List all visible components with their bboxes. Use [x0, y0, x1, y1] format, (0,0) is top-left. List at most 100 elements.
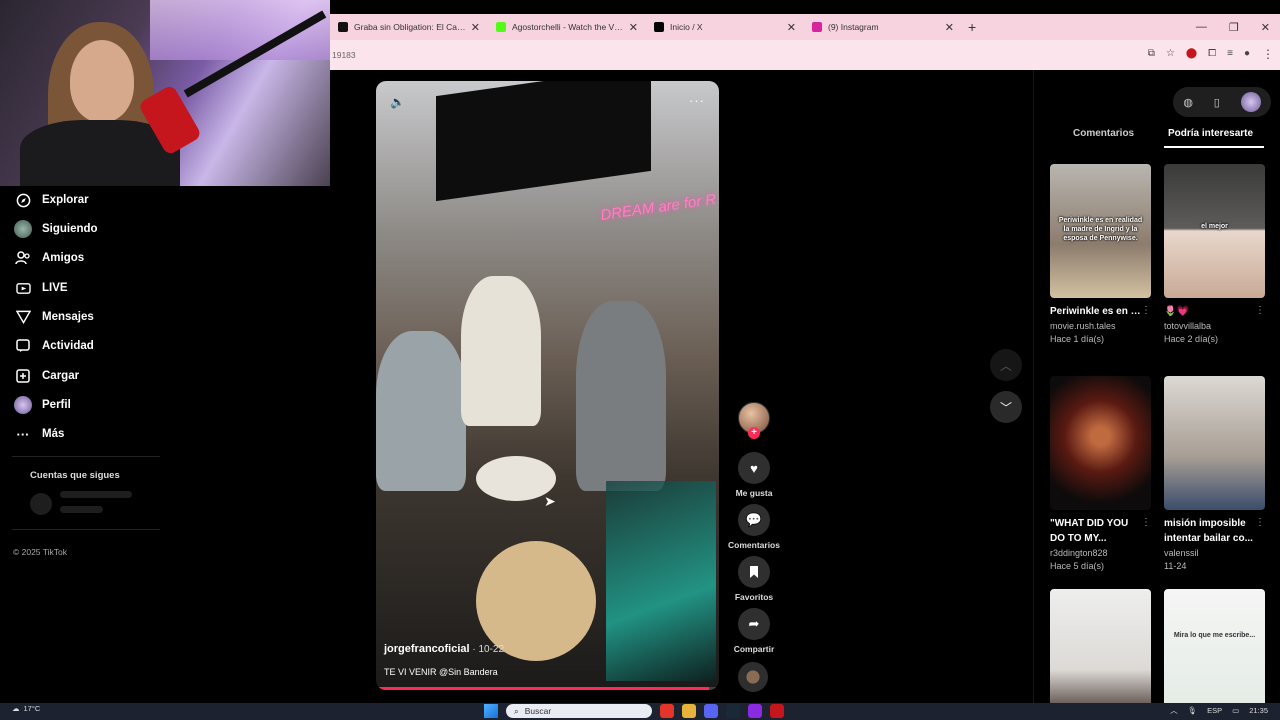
- card-username[interactable]: totovvillalba: [1164, 321, 1265, 331]
- sidebar-item-mensajes[interactable]: Mensajes: [14, 306, 94, 328]
- close-tab-icon[interactable]: ✕: [945, 21, 954, 34]
- next-video-button[interactable]: ﹀: [990, 391, 1022, 423]
- video-progress-fill: [376, 687, 709, 690]
- new-tab-button[interactable]: +: [968, 19, 976, 35]
- comments-button[interactable]: 💬 Comentarios: [728, 504, 780, 550]
- video-scene-person: [461, 276, 541, 426]
- music-disc-icon[interactable]: [738, 662, 768, 692]
- card-more-icon[interactable]: ⋮: [1141, 305, 1151, 316]
- card-more-icon[interactable]: ⋮: [1141, 517, 1151, 528]
- tab-podria-interesarte[interactable]: Podría interesarte: [1168, 128, 1253, 139]
- video-thumbnail[interactable]: [1164, 376, 1265, 510]
- favorites-label: Favoritos: [734, 592, 774, 602]
- obs-icon[interactable]: [770, 704, 784, 718]
- previous-video-button[interactable]: ︿: [990, 349, 1022, 381]
- share-button[interactable]: ➦ Compartir: [728, 608, 780, 654]
- app-icon[interactable]: [748, 704, 762, 718]
- card-username[interactable]: r3ddington828: [1050, 548, 1151, 558]
- sidebar-item-explorar[interactable]: Explorar: [14, 189, 89, 211]
- sidebar-item-siguiendo[interactable]: Siguiendo: [14, 218, 98, 240]
- sidebar-item-perfil[interactable]: Perfil: [14, 394, 71, 416]
- video-author[interactable]: jorgefrancoficial · 10-22: [384, 643, 504, 655]
- user-avatar[interactable]: [1240, 92, 1261, 112]
- follow-button[interactable]: +: [748, 427, 760, 439]
- url-text[interactable]: 19183: [332, 50, 356, 60]
- browser-tab[interactable]: (9) Instagram ✕: [804, 14, 962, 40]
- tiktok-sidebar: Explorar Siguiendo Amigos LIVE Mensajes …: [0, 186, 170, 720]
- card-username[interactable]: valenssil: [1164, 548, 1265, 558]
- extension-red-icon[interactable]: ⬤: [1186, 48, 1197, 59]
- video-thumbnail[interactable]: el mejor: [1164, 164, 1265, 298]
- bookmark-star-icon[interactable]: ☆: [1166, 48, 1175, 59]
- install-app-icon[interactable]: ⧉: [1148, 48, 1155, 59]
- sidebar-item-cargar[interactable]: Cargar: [14, 365, 79, 387]
- weather-widget[interactable]: ☁ 17°C: [12, 704, 40, 713]
- maximize-icon[interactable]: ❐: [1229, 21, 1239, 34]
- sidebar-item-live[interactable]: LIVE: [14, 277, 68, 299]
- share-label: Compartir: [733, 644, 775, 654]
- video-thumbnail[interactable]: Periwinkle es en realidad la madre de In…: [1050, 164, 1151, 298]
- browser-tab[interactable]: Agostorchelli - Watch the VOD ✕: [488, 14, 646, 40]
- video-thumbnail[interactable]: Mira lo que me escribe...: [1164, 589, 1265, 720]
- browser-tab[interactable]: Inicio / X ✕: [646, 14, 804, 40]
- suggested-video-card[interactable]: el mejor ⋮ 🌷💗 totovvillalba Hace 2 día(s…: [1164, 164, 1265, 344]
- taskbar-search[interactable]: ⌕ Buscar: [506, 704, 652, 718]
- video-thumbnail[interactable]: [1050, 376, 1151, 510]
- activity-icon: [14, 337, 32, 355]
- suggested-video-card[interactable]: ⋮ misión imposible intentar bailar co...…: [1164, 376, 1265, 571]
- close-window-icon[interactable]: ✕: [1261, 21, 1270, 34]
- temperature: 17°C: [23, 704, 41, 713]
- more-options-icon[interactable]: ···: [689, 93, 705, 108]
- comment-icon: 💬: [738, 504, 770, 536]
- card-more-icon[interactable]: ⋮: [1255, 517, 1265, 528]
- sidebar-item-label: Perfil: [42, 399, 71, 411]
- extensions-icon[interactable]: ⧠: [1208, 48, 1216, 59]
- address-bar[interactable]: 19183 ⧉ ☆ ⬤ ⧠ ≡ ● ⋮: [330, 40, 1280, 70]
- sidebar-item-amigos[interactable]: Amigos: [14, 247, 84, 269]
- video-progress-bar[interactable]: [376, 687, 719, 690]
- profile-icon[interactable]: ●: [1244, 48, 1250, 59]
- device-icon[interactable]: ▯: [1214, 96, 1220, 109]
- card-more-icon[interactable]: ⋮: [1255, 305, 1265, 316]
- browser-tab[interactable]: Graba sin Obligation: El Caos d ✕: [330, 14, 488, 40]
- tab-comentarios[interactable]: Comentarios: [1073, 128, 1134, 139]
- video-player[interactable]: DREAM are for R 🔈 ··· ➤ jorgefrancoficia…: [376, 81, 719, 690]
- suggested-video-card[interactable]: [1050, 589, 1151, 720]
- browser-menu-icon[interactable]: ⋮: [1262, 47, 1274, 61]
- video-caption: TE VI VENIR @Sin Bandera: [384, 667, 498, 677]
- network-icon[interactable]: ▭: [1232, 706, 1239, 715]
- card-username[interactable]: movie.rush.tales: [1050, 321, 1151, 331]
- system-tray: ︿ 🎙 ESP ▭ 21:35: [1170, 705, 1268, 716]
- compass-icon: [14, 191, 32, 209]
- close-tab-icon[interactable]: ✕: [471, 21, 480, 34]
- suggested-video-card[interactable]: Periwinkle es en realidad la madre de In…: [1050, 164, 1151, 344]
- chrome-icon[interactable]: [660, 704, 674, 718]
- sidebar-item-actividad[interactable]: Actividad: [14, 335, 94, 357]
- x-favicon-icon: [654, 22, 664, 32]
- favorites-button[interactable]: Favoritos: [728, 556, 780, 602]
- discord-icon[interactable]: [704, 704, 718, 718]
- video-date: · 10-22: [469, 644, 505, 655]
- tab-title: Inicio / X: [670, 22, 703, 32]
- language-indicator[interactable]: ESP: [1207, 706, 1222, 715]
- windows-start-icon[interactable]: [484, 704, 498, 718]
- close-tab-icon[interactable]: ✕: [629, 21, 638, 34]
- close-tab-icon[interactable]: ✕: [787, 21, 796, 34]
- like-button[interactable]: ♥ Me gusta: [728, 452, 780, 498]
- minimize-icon[interactable]: —: [1196, 21, 1207, 33]
- video-thumbnail[interactable]: [1050, 589, 1151, 720]
- microphone-tray-icon[interactable]: 🎙: [1188, 706, 1198, 715]
- media-control-icon[interactable]: ≡: [1227, 48, 1233, 59]
- sidebar-item-mas[interactable]: ··· Más: [14, 423, 65, 445]
- suggested-video-card[interactable]: Mira lo que me escribe...: [1164, 589, 1265, 720]
- get-coins-icon[interactable]: ◍: [1183, 96, 1193, 109]
- file-explorer-icon[interactable]: [682, 704, 696, 718]
- tray-chevron-icon[interactable]: ︿: [1170, 705, 1178, 716]
- steam-icon[interactable]: [726, 704, 740, 718]
- suggested-video-card[interactable]: ⋮ "WHAT DID YOU DO TO MY... r3ddington82…: [1050, 376, 1151, 571]
- clock[interactable]: 21:35: [1249, 706, 1268, 715]
- video-scene-person: [376, 331, 466, 491]
- volume-icon[interactable]: 🔈: [390, 95, 405, 109]
- sidebar-item-label: Amigos: [42, 252, 85, 264]
- author-name[interactable]: jorgefrancoficial: [384, 643, 470, 655]
